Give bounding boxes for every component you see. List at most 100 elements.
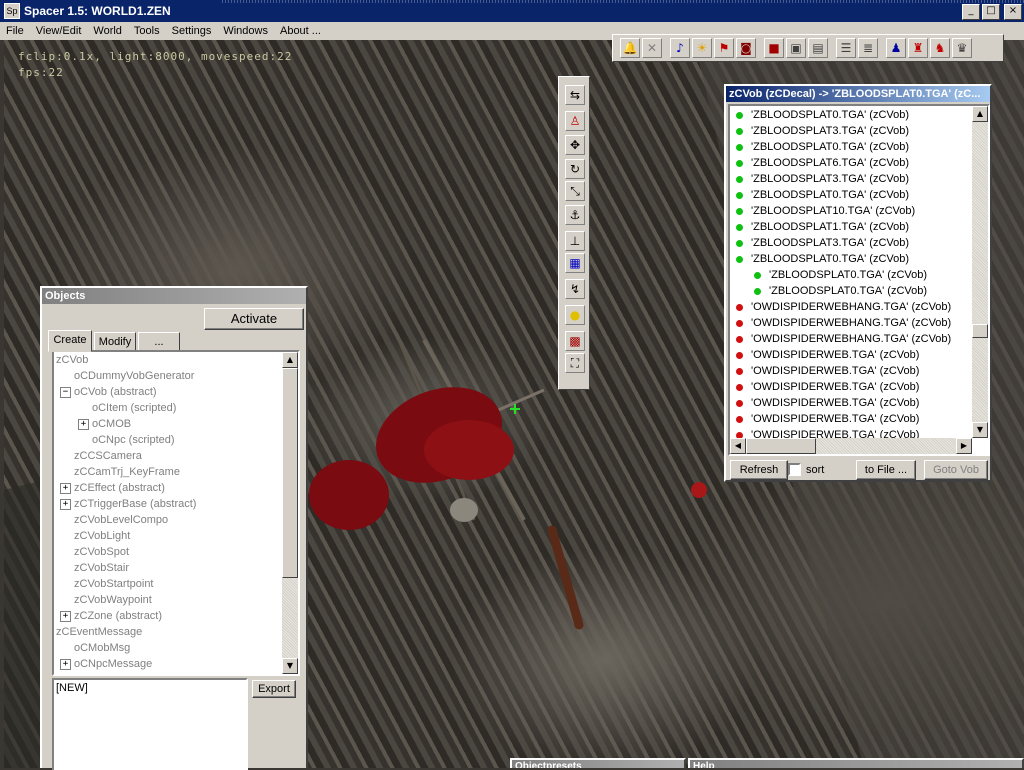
flag-icon[interactable]: ⚑	[714, 38, 734, 58]
vob-list-item[interactable]: 'ZBLOODSPLAT0.TGA' (zCVob)	[736, 187, 909, 203]
expand-icon[interactable]: +	[60, 498, 71, 510]
vob-list-item[interactable]: 'OWDISPIDERWEBHANG.TGA' (zCVob)	[736, 299, 951, 315]
vob-list-vscroll[interactable]: ▲ ▼	[972, 106, 988, 438]
sort-checkbox[interactable]	[788, 463, 801, 476]
arrows-icon[interactable]: ⇆	[565, 85, 585, 105]
tool-c-icon[interactable]: ♛	[952, 38, 972, 58]
move-icon[interactable]: ♟	[886, 38, 906, 58]
tree-item[interactable]: oCDummyVobGenerator	[74, 368, 194, 384]
scroll-right-icon[interactable]: ▶	[956, 438, 972, 454]
tree-item[interactable]: oCNpc (scripted)	[92, 432, 175, 448]
class-tree-vscroll[interactable]: ▲ ▼	[282, 352, 298, 674]
tool-b-icon[interactable]: ♞	[930, 38, 950, 58]
menu-windows[interactable]: Windows	[217, 22, 274, 40]
activate-button[interactable]: Activate	[204, 308, 304, 330]
note-icon[interactable]: ♪	[670, 38, 690, 58]
vob-list-item[interactable]: 'OWDISPIDERWEB.TGA' (zCVob)	[736, 395, 919, 411]
tree-item[interactable]: zCVobWaypoint	[74, 592, 152, 608]
scroll-up-icon[interactable]: ▲	[282, 352, 298, 368]
tree-item[interactable]: zCCSCamera	[74, 448, 142, 464]
minimize-button[interactable]: _	[962, 4, 980, 20]
vob-list-item[interactable]: 'ZBLOODSPLAT3.TGA' (zCVob)	[736, 235, 909, 251]
red-cube-icon[interactable]: ■	[764, 38, 784, 58]
vob-list-item[interactable]: 'OWDISPIDERWEB.TGA' (zCVob)	[736, 363, 919, 379]
camera-move-icon[interactable]: ⛶	[565, 353, 585, 373]
to-file-button[interactable]: to File ...	[856, 460, 916, 480]
expand-icon[interactable]: +	[60, 482, 71, 494]
link-icon[interactable]: ↯	[565, 279, 585, 299]
menu-file[interactable]: File	[0, 22, 30, 40]
tree-item[interactable]: + zCZone (abstract)	[60, 608, 162, 624]
vob-list-title[interactable]: zCVob (zCDecal) -> 'ZBLOODSPLAT0.TGA' (z…	[726, 86, 990, 102]
list-icon[interactable]: ☰	[836, 38, 856, 58]
vob-list-item[interactable]: 'OWDISPIDERWEB.TGA' (zCVob)	[736, 379, 919, 395]
preset-item[interactable]: [NEW]	[56, 682, 88, 694]
objectpresets-title[interactable]: Objectpresets	[512, 760, 684, 768]
menu-world[interactable]: World	[87, 22, 128, 40]
vob-list-item[interactable]: 'ZBLOODSPLAT3.TGA' (zCVob)	[736, 123, 909, 139]
tree-item[interactable]: zCVob	[56, 352, 88, 368]
move-cross-icon[interactable]: ✥	[565, 135, 585, 155]
anchor-icon[interactable]: ⚓	[565, 205, 585, 225]
vob-list-hscroll[interactable]: ◀ ▶	[730, 438, 972, 454]
tree-item[interactable]: zCVobStair	[74, 560, 129, 576]
sun-icon[interactable]: ☀	[692, 38, 712, 58]
expand-icon[interactable]: +	[60, 610, 71, 622]
hscroll-thumb[interactable]	[746, 438, 816, 454]
tree-item[interactable]: zCVobLevelCompo	[74, 512, 168, 528]
needle-icon[interactable]: ✕	[642, 38, 662, 58]
tree-item[interactable]: zCVobSpot	[74, 544, 129, 560]
scroll-up-icon[interactable]: ▲	[972, 106, 988, 122]
export-button[interactable]: Export	[252, 680, 296, 698]
tab-modify[interactable]: Modify	[94, 332, 136, 352]
scroll-thumb[interactable]	[972, 324, 988, 338]
tree-item[interactable]: zCCamTrj_KeyFrame	[74, 464, 180, 480]
align-icon[interactable]: ⊥	[565, 231, 585, 251]
tree-item[interactable]: + zCEffect (abstract)	[60, 480, 165, 496]
class-tree[interactable]: zCVob oCDummyVobGenerator − oCVob (abstract…	[52, 350, 300, 676]
menu-view-edit[interactable]: View/Edit	[30, 22, 88, 40]
texture-icon[interactable]: ▦	[565, 253, 585, 273]
vob-list-item[interactable]: 'ZBLOODSPLAT0.TGA' (zCVob)	[736, 107, 909, 123]
help-title[interactable]: Help	[690, 760, 1022, 768]
vob-list-item[interactable]: 'ZBLOODSPLAT6.TGA' (zCVob)	[736, 155, 909, 171]
scroll-down-icon[interactable]: ▼	[282, 658, 298, 674]
list-alt-icon[interactable]: ≣	[858, 38, 878, 58]
tree-item[interactable]: + oCMOB	[78, 416, 131, 432]
expand-icon[interactable]: +	[60, 658, 71, 670]
bell-icon[interactable]: 🔔	[620, 38, 640, 58]
close-button[interactable]: ×	[1004, 4, 1022, 20]
menu-tools[interactable]: Tools	[128, 22, 166, 40]
vob-list-item[interactable]: 'ZBLOODSPLAT10.TGA' (zCVob)	[736, 203, 915, 219]
maximize-button[interactable]: □	[982, 4, 1000, 20]
scroll-thumb[interactable]	[282, 368, 298, 578]
tool-a-icon[interactable]: ♜	[908, 38, 928, 58]
vob-list-item[interactable]: 'OWDISPIDERWEB.TGA' (zCVob)	[736, 411, 919, 427]
tree-item[interactable]: oCMobMsg	[74, 640, 130, 656]
tab-create[interactable]: Create	[48, 330, 92, 352]
vob-list-item[interactable]: 'OWDISPIDERWEB.TGA' (zCVob)	[736, 347, 919, 363]
vob-list-item[interactable]: 'OWDISPIDERWEBHANG.TGA' (zCVob)	[736, 331, 951, 347]
collapse-icon[interactable]: −	[60, 386, 71, 398]
vob-list-item[interactable]: 'ZBLOODSPLAT0.TGA' (zCVob)	[754, 267, 927, 283]
vob-list-item[interactable]: 'ZBLOODSPLAT0.TGA' (zCVob)	[736, 251, 909, 267]
tree-item[interactable]: zCEventMessage	[56, 624, 142, 640]
tree-item[interactable]: + oCNpcMessage	[60, 656, 152, 672]
menu-settings[interactable]: Settings	[166, 22, 218, 40]
tree-item[interactable]: oCItem (scripted)	[92, 400, 176, 416]
rotate-icon[interactable]: ↻	[565, 159, 585, 179]
scale-icon[interactable]: ⤡	[565, 181, 585, 201]
document-icon[interactable]: ▤	[808, 38, 828, 58]
vob-list-item[interactable]: 'ZBLOODSPLAT1.TGA' (zCVob)	[736, 219, 909, 235]
vob-list-item[interactable]: 'ZBLOODSPLAT0.TGA' (zCVob)	[736, 139, 909, 155]
tree-item[interactable]: zCVobStartpoint	[74, 576, 154, 592]
camera-icon[interactable]: ◙	[736, 38, 756, 58]
tree-item[interactable]: zCVobLight	[74, 528, 130, 544]
bulb-icon[interactable]: ●	[565, 305, 585, 325]
objects-title[interactable]: Objects	[42, 288, 306, 304]
refresh-button[interactable]: Refresh	[730, 460, 788, 480]
app-icon[interactable]: Sp	[4, 3, 20, 19]
tree-item[interactable]: − oCVob (abstract)	[60, 384, 157, 400]
vob-list-item[interactable]: 'ZBLOODSPLAT0.TGA' (zCVob)	[754, 283, 927, 299]
vob-list[interactable]: 'ZBLOODSPLAT0.TGA' (zCVob) 'ZBLOODSPLAT3.…	[728, 104, 990, 456]
